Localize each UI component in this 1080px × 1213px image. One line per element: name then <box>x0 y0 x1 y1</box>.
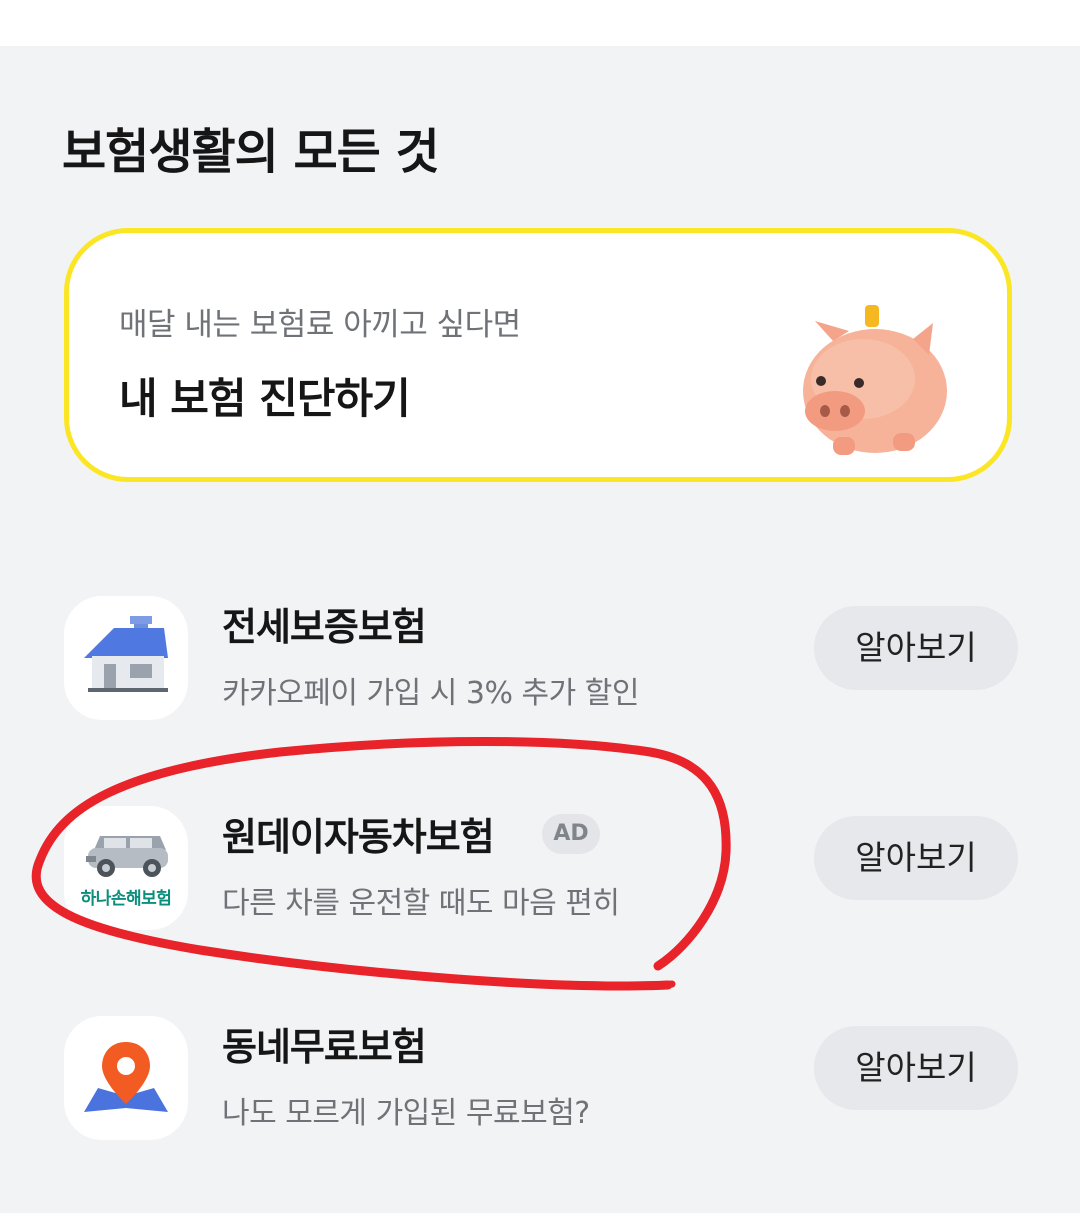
brand-label: 하나손해보험 <box>80 889 172 909</box>
product-description: 나도 모르게 가입된 무료보험? <box>222 1096 590 1131</box>
product-title: 전세보증보험 <box>222 605 427 649</box>
product-description: 카카오페이 가입 시 3% 추가 할인 <box>222 676 639 711</box>
piggy-bank-icon <box>803 305 947 455</box>
diagnosis-title: 내 보험 진단하기 <box>119 374 411 423</box>
car-icon <box>86 836 168 877</box>
product-title: 원데이자동차보험 <box>222 815 495 859</box>
product-title: 동네무료보험 <box>222 1025 427 1069</box>
list-item: 동네무료보험 나도 모르게 가입된 무료보험? 알아보기 <box>62 1016 1022 1146</box>
neighborhood-icon-tile <box>64 1016 188 1140</box>
insurance-diagnosis-card[interactable]: 매달 내는 보험료 아끼고 싶다면 내 보험 진단하기 <box>64 228 1012 482</box>
jeonse-icon-tile <box>64 596 188 720</box>
learn-more-button[interactable]: 알아보기 <box>814 1026 1018 1110</box>
list-item: 전세보증보험 카카오페이 가입 시 3% 추가 할인 알아보기 <box>62 596 1022 726</box>
diagnosis-subtitle: 매달 내는 보험료 아끼고 싶다면 <box>119 307 521 343</box>
top-bar <box>0 0 1080 46</box>
product-description: 다른 차를 운전할 때도 마음 편히 <box>222 886 620 921</box>
list-item: 하나손해보험 원데이자동차보험 AD 다른 차를 운전할 때도 마음 편히 알아… <box>62 806 1022 936</box>
learn-more-button[interactable]: 알아보기 <box>814 606 1018 690</box>
map-pin-icon <box>84 1042 168 1112</box>
ad-badge: AD <box>542 814 600 854</box>
hana-insurance-icon-tile: 하나손해보험 <box>64 806 188 930</box>
learn-more-button[interactable]: 알아보기 <box>814 816 1018 900</box>
house-icon <box>84 616 168 692</box>
section-title: 보험생활의 모든 것 <box>62 124 440 180</box>
